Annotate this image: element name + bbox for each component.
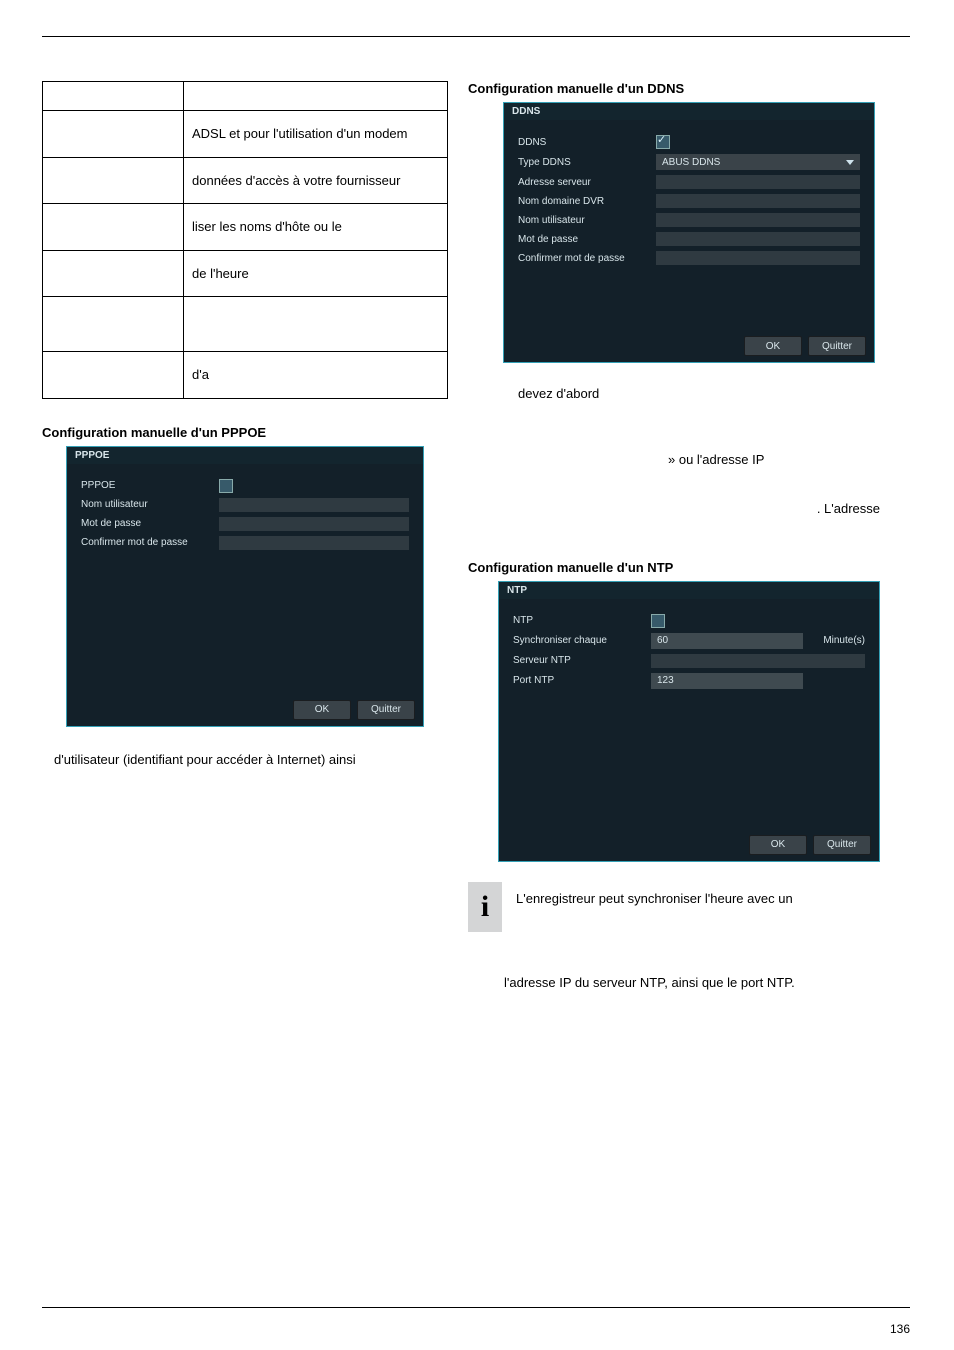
pppoe-label: Nom utilisateur [81, 499, 211, 510]
pppoe-pw-input[interactable] [219, 517, 409, 531]
pppoe-dialog-title: PPPOE [67, 447, 423, 464]
ddns-row-dom: Nom domaine DVR [518, 194, 860, 208]
ntp-label: NTP [513, 615, 643, 626]
table-cell: de l'heure [184, 250, 448, 297]
ntp-dialog: NTP NTP Synchroniser chaque 60 Minute(s)… [498, 581, 880, 862]
page-top-rule [42, 36, 910, 37]
info-icon: i [468, 882, 502, 932]
ntp-port-input[interactable]: 123 [651, 673, 803, 689]
ddns-dialog-footer: OK Quitter [504, 330, 874, 362]
ntp-label: Synchroniser chaque [513, 635, 643, 646]
table-row [43, 297, 448, 352]
ntp-sync-value: 60 [657, 635, 668, 646]
pppoe-row-user: Nom utilisateur [81, 498, 409, 512]
ddns-ok-button[interactable]: OK [744, 336, 802, 356]
ntp-sync-input[interactable]: 60 [651, 633, 803, 649]
ddns-follow-3: . L'adresse [468, 500, 910, 518]
table-cell: données d'accès à votre fournisseur [184, 157, 448, 204]
ddns-pw-input[interactable] [656, 232, 860, 246]
table-row: d'a [43, 352, 448, 399]
ddns-row-cpw: Confirmer mot de passe [518, 251, 860, 265]
ntp-port-value: 123 [657, 675, 674, 686]
pppoe-heading: Configuration manuelle d'un PPPOE [42, 425, 448, 440]
ddns-row-enable: DDNS [518, 135, 860, 149]
ntp-row-srv: Serveur NTP [513, 654, 865, 668]
ntp-label: Serveur NTP [513, 655, 643, 666]
ntp-heading: Configuration manuelle d'un NTP [468, 560, 910, 575]
ddns-dom-input[interactable] [656, 194, 860, 208]
ntp-dialog-title: NTP [499, 582, 879, 599]
ddns-srv-input[interactable] [656, 175, 860, 189]
pppoe-user-input[interactable] [219, 498, 409, 512]
ntp-row-enable: NTP [513, 614, 865, 628]
table-cell: liser les noms d'hôte ou le [184, 204, 448, 251]
ddns-label: Nom domaine DVR [518, 196, 648, 207]
table-row: données d'accès à votre fournisseur [43, 157, 448, 204]
ntp-label: Port NTP [513, 675, 643, 686]
ntp-sync-unit: Minute(s) [823, 635, 865, 646]
chevron-down-icon [846, 160, 854, 165]
ddns-label: Mot de passe [518, 234, 648, 245]
ddns-heading: Configuration manuelle d'un DDNS [468, 81, 910, 96]
pppoe-dialog-footer: OK Quitter [67, 694, 423, 726]
pppoe-label: Confirmer mot de passe [81, 537, 211, 548]
page-number: 136 [890, 1322, 910, 1336]
two-column-layout: ADSL et pour l'utilisation d'un modem do… [42, 81, 910, 991]
ntp-checkbox[interactable] [651, 614, 665, 628]
table-row: ADSL et pour l'utilisation d'un modem [43, 111, 448, 158]
table-row: de l'heure [43, 250, 448, 297]
table-row: liser les noms d'hôte ou le [43, 204, 448, 251]
ddns-label: DDNS [518, 137, 648, 148]
options-table: ADSL et pour l'utilisation d'un modem do… [42, 81, 448, 399]
pppoe-checkbox[interactable] [219, 479, 233, 493]
ddns-label: Type DDNS [518, 157, 648, 168]
ntp-ok-button[interactable]: OK [749, 835, 807, 855]
ddns-row-user: Nom utilisateur [518, 213, 860, 227]
ddns-cancel-button[interactable]: Quitter [808, 336, 866, 356]
left-column: ADSL et pour l'utilisation d'un modem do… [42, 81, 448, 774]
table-cell [184, 297, 448, 352]
pppoe-cpw-input[interactable] [219, 536, 409, 550]
ddns-row-srv: Adresse serveur [518, 175, 860, 189]
table-cell: d'a [184, 352, 448, 399]
ddns-cpw-input[interactable] [656, 251, 860, 265]
ntp-follow-text: l'adresse IP du serveur NTP, ainsi que l… [504, 974, 910, 992]
info-box: i L'enregistreur peut synchroniser l'heu… [468, 882, 910, 932]
ddns-dialog: DDNS DDNS Type DDNS ABUS DDNS Ad [503, 102, 875, 363]
pppoe-label: PPPOE [81, 480, 211, 491]
ddns-follow-2: » ou l'adresse IP [668, 451, 910, 469]
ddns-label: Confirmer mot de passe [518, 253, 648, 264]
ddns-row-type: Type DDNS ABUS DDNS [518, 154, 860, 170]
page-bottom-rule [42, 1307, 910, 1308]
ntp-cancel-button[interactable]: Quitter [813, 835, 871, 855]
ddns-dialog-body: DDNS Type DDNS ABUS DDNS Adresse serveur [504, 120, 874, 330]
ntp-row-sync: Synchroniser chaque 60 Minute(s) [513, 633, 865, 649]
pppoe-dialog: PPPOE PPPOE Nom utilisateur Mot de passe [66, 446, 424, 727]
right-column: Configuration manuelle d'un DDNS DDNS DD… [468, 81, 910, 991]
ntp-row-port: Port NTP 123 [513, 673, 865, 689]
info-text: L'enregistreur peut synchroniser l'heure… [516, 882, 793, 908]
pppoe-cancel-button[interactable]: Quitter [357, 700, 415, 720]
ddns-type-value: ABUS DDNS [662, 157, 720, 168]
ddns-label: Nom utilisateur [518, 215, 648, 226]
table-cell: ADSL et pour l'utilisation d'un modem [184, 111, 448, 158]
ddns-checkbox[interactable] [656, 135, 670, 149]
table-header-row [43, 82, 448, 111]
pppoe-follow-text: d'utilisateur (identifiant pour accéder … [54, 751, 448, 769]
ddns-label: Adresse serveur [518, 177, 648, 188]
pppoe-row-cpw: Confirmer mot de passe [81, 536, 409, 550]
ddns-follow-1: devez d'abord [518, 385, 910, 403]
pppoe-dialog-body: PPPOE Nom utilisateur Mot de passe Confi… [67, 464, 423, 694]
pppoe-label: Mot de passe [81, 518, 211, 529]
ntp-dialog-body: NTP Synchroniser chaque 60 Minute(s) Ser… [499, 599, 879, 829]
ddns-user-input[interactable] [656, 213, 860, 227]
ntp-dialog-footer: OK Quitter [499, 829, 879, 861]
ntp-srv-input[interactable] [651, 654, 865, 668]
ddns-dialog-title: DDNS [504, 103, 874, 120]
ddns-type-select[interactable]: ABUS DDNS [656, 154, 860, 170]
pppoe-row-pw: Mot de passe [81, 517, 409, 531]
pppoe-ok-button[interactable]: OK [293, 700, 351, 720]
ddns-row-pw: Mot de passe [518, 232, 860, 246]
pppoe-row-enable: PPPOE [81, 479, 409, 493]
